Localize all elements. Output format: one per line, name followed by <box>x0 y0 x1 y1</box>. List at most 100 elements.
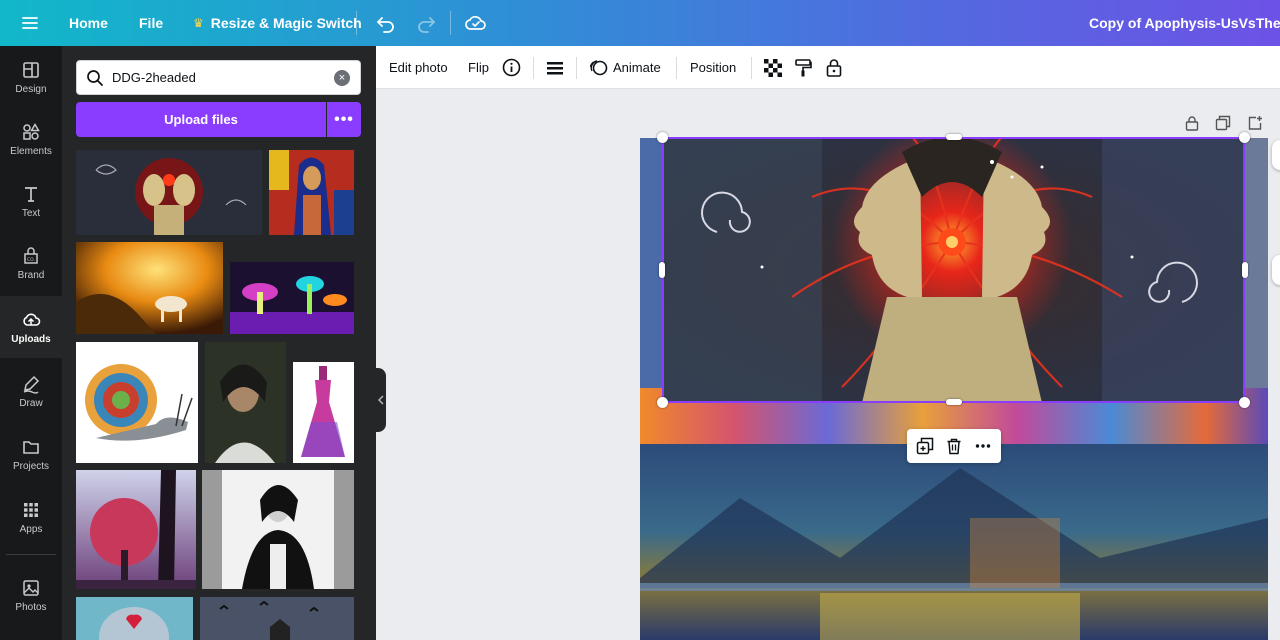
animate-label: Animate <box>613 60 661 75</box>
file-menu[interactable]: File <box>139 0 163 46</box>
bats-house-image <box>200 597 354 640</box>
rail-item-draw[interactable]: Draw <box>0 360 62 422</box>
photos-icon <box>23 579 39 596</box>
info-icon <box>502 58 521 77</box>
rail-label: Elements <box>10 145 52 157</box>
upload-thumbnail[interactable] <box>76 597 193 640</box>
upload-thumbnail[interactable] <box>76 242 223 334</box>
draw-icon <box>23 375 40 394</box>
woman-portrait-image <box>205 342 286 463</box>
tree-image <box>76 470 196 589</box>
rail-label: Text <box>21 207 41 219</box>
lock-button[interactable] <box>825 46 843 89</box>
add-page-icon <box>1248 116 1262 130</box>
rail-label: Photos <box>15 601 47 613</box>
rail-item-projects[interactable]: Projects <box>0 423 62 485</box>
upload-thumbnail[interactable] <box>76 150 262 235</box>
rail-label: Brand <box>17 269 45 281</box>
rail-item-apps[interactable]: Apps <box>0 486 62 548</box>
upload-thumbnail[interactable] <box>269 150 354 235</box>
divider <box>676 57 677 79</box>
upload-thumbnail[interactable] <box>202 470 354 589</box>
animate-button[interactable]: Animate <box>589 46 661 89</box>
rail-label: Projects <box>12 460 50 472</box>
resize-handle-bottom[interactable] <box>946 399 962 405</box>
more-options-button[interactable] <box>974 437 992 455</box>
upload-thumbnail[interactable] <box>293 362 354 463</box>
side-control[interactable] <box>1272 255 1280 285</box>
brand-icon: CO. <box>24 246 38 264</box>
upload-cloud-icon <box>23 313 41 326</box>
upload-thumbnail[interactable] <box>76 342 198 463</box>
duplicate-element-button[interactable] <box>916 437 934 455</box>
position-button[interactable]: Position <box>690 46 736 89</box>
clear-search-icon[interactable]: × <box>334 70 350 86</box>
dress-image <box>293 362 354 463</box>
redo-button[interactable] <box>415 0 437 46</box>
resize-handle-top-right[interactable] <box>1239 132 1250 143</box>
flip-button[interactable]: Flip <box>468 46 489 89</box>
add-page-button[interactable] <box>1247 112 1263 134</box>
resize-label: Resize & Magic Switch <box>210 15 362 31</box>
resize-handle-right[interactable] <box>1242 262 1248 278</box>
resize-handle-bottom-left[interactable] <box>657 397 668 408</box>
save-status-button[interactable] <box>465 0 487 46</box>
snail-image <box>76 342 198 463</box>
element-floating-toolbar <box>907 429 1001 463</box>
transparency-icon <box>764 58 782 77</box>
collapse-panel-button[interactable] <box>376 368 386 432</box>
uploads-panel: DDG-2headed × Upload files ••• <box>62 46 376 640</box>
rail-item-text[interactable]: Text <box>0 170 62 232</box>
side-control[interactable] <box>1272 140 1280 170</box>
upload-thumbnail[interactable] <box>200 597 354 640</box>
lock-icon <box>826 58 842 77</box>
undo-button[interactable] <box>375 0 397 46</box>
menu-button[interactable] <box>20 0 40 46</box>
resize-handle-left[interactable] <box>659 262 665 278</box>
cloud-saved-icon <box>465 16 486 30</box>
search-input[interactable]: DDG-2headed <box>112 70 196 85</box>
resize-button[interactable]: ♛ Resize & Magic Switch <box>193 0 362 46</box>
rail-item-brand[interactable]: CO. Brand <box>0 232 62 294</box>
delete-element-button[interactable] <box>945 437 963 455</box>
divider <box>450 11 451 35</box>
resize-handle-top-left[interactable] <box>657 132 668 143</box>
copy-style-button[interactable] <box>794 46 812 89</box>
top-bar: Home File ♛ Resize & Magic Switch Copy o… <box>0 0 1280 46</box>
divider <box>576 57 577 79</box>
two-headed-woman-image <box>76 150 262 235</box>
upload-more-button[interactable]: ••• <box>327 102 361 137</box>
document-title[interactable]: Copy of Apophysis-UsVsTheUniverse <box>1089 0 1280 46</box>
chevron-left-icon <box>378 395 384 405</box>
rail-label: Draw <box>19 397 43 409</box>
selected-image[interactable] <box>662 137 1245 403</box>
border-style-button[interactable] <box>546 46 564 89</box>
resize-handle-top[interactable] <box>946 134 962 140</box>
more-icon <box>975 444 990 448</box>
search-box[interactable]: DDG-2headed × <box>76 60 361 95</box>
transparency-button[interactable] <box>764 46 782 89</box>
page-duplicate-button[interactable] <box>1215 112 1231 134</box>
rail-item-photos[interactable]: Photos <box>0 564 62 626</box>
upload-thumbnail[interactable] <box>230 262 354 334</box>
rail-item-elements[interactable]: Elements <box>0 108 62 170</box>
divider <box>356 11 357 35</box>
home-link[interactable]: Home <box>69 0 108 46</box>
upload-thumbnail[interactable] <box>76 470 196 589</box>
border-style-icon <box>547 61 563 74</box>
copy-style-icon <box>795 58 812 76</box>
divider <box>751 57 752 79</box>
two-headed-woman-image <box>662 137 1245 403</box>
psychedelic-mushrooms-image <box>230 262 354 334</box>
svg-text:CO.: CO. <box>27 257 35 263</box>
resize-handle-bottom-right[interactable] <box>1239 397 1250 408</box>
info-button[interactable] <box>502 46 521 89</box>
upload-files-button[interactable]: Upload files <box>76 102 326 137</box>
undo-icon <box>377 17 394 33</box>
upload-thumbnail[interactable] <box>205 342 286 463</box>
rail-item-uploads[interactable]: Uploads <box>0 296 62 358</box>
edit-photo-button[interactable]: Edit photo <box>389 46 448 89</box>
rail-item-design[interactable]: Design <box>0 46 62 108</box>
elements-icon <box>23 122 40 140</box>
page-lock-button[interactable] <box>1184 112 1200 134</box>
